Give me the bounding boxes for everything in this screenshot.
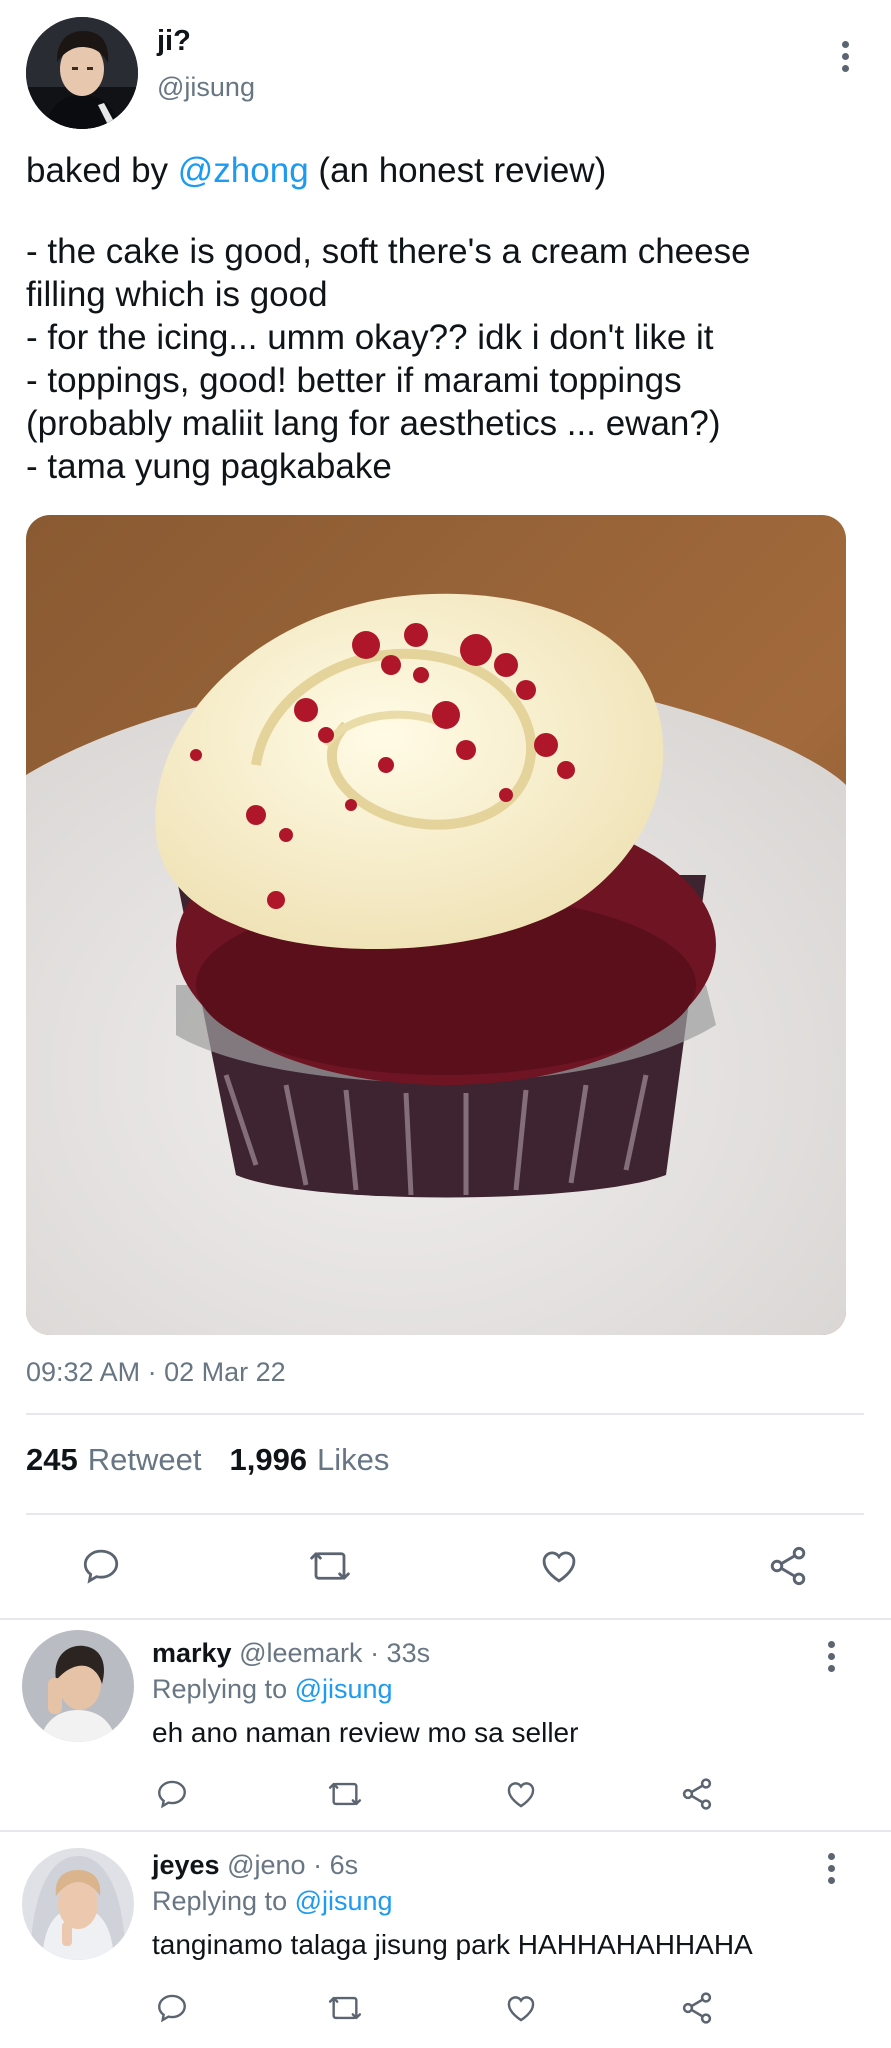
divider: [26, 1513, 864, 1515]
share-icon[interactable]: [675, 1772, 719, 1816]
divider: [26, 1413, 864, 1415]
reply-header: marky @leemark · 33s: [152, 1638, 430, 1669]
tweet-line: (probably maliit lang for aesthetics ...…: [26, 404, 721, 443]
share-icon[interactable]: [763, 1541, 813, 1591]
likes-stat[interactable]: 1,996 Likes: [229, 1442, 389, 1478]
tweet-stats: 245 Retweet 1,996 Likes: [26, 1442, 389, 1478]
tweet-line: - toppings, good! better if marami toppi…: [26, 361, 682, 400]
replying-to-mention[interactable]: @jisung: [295, 1674, 393, 1704]
tweet-photo-cupcake[interactable]: [26, 515, 846, 1335]
retweet-icon[interactable]: [323, 1772, 367, 1816]
reply-author-name[interactable]: marky: [152, 1638, 232, 1668]
tweet-first-line: baked by @zhong (an honest review): [26, 149, 866, 192]
reply-time: · 33s: [370, 1638, 431, 1668]
author-handle[interactable]: @jisung: [157, 72, 255, 103]
like-icon[interactable]: [534, 1541, 584, 1591]
reply-icon[interactable]: [150, 1986, 194, 2030]
tweet-line: filling which is good: [26, 275, 328, 314]
likes-label: Likes: [317, 1442, 390, 1477]
retweet-icon[interactable]: [323, 1986, 367, 2030]
author-name[interactable]: ji?: [157, 25, 191, 58]
tweet-line: - the cake is good, soft there's a cream…: [26, 232, 751, 271]
reply-item[interactable]: marky @leemark · 33s Replying to @jisung…: [0, 1618, 891, 1830]
replying-to-label: Replying to: [152, 1674, 295, 1704]
more-options-icon[interactable]: [818, 1850, 844, 1886]
more-options-icon[interactable]: [818, 1638, 844, 1674]
retweet-icon[interactable]: [305, 1541, 355, 1591]
replying-to: Replying to @jisung: [152, 1674, 393, 1705]
reply-text: eh ano naman review mo sa seller: [152, 1717, 579, 1748]
tweet-text-prefix: baked by: [26, 151, 178, 190]
reply-item[interactable]: jeyes @jeno · 6s Replying to @jisung tan…: [0, 1830, 891, 2048]
likes-count: 1,996: [229, 1442, 308, 1477]
retweet-count: 245: [26, 1442, 78, 1477]
tweet-action-bar: [0, 1535, 891, 1595]
reply-text: tanginamo talaga jisung park HAHHAHAHHAH…: [152, 1929, 753, 1960]
tweet-text: baked by @zhong (an honest review) - the…: [26, 149, 866, 488]
replying-to-mention[interactable]: @jisung: [295, 1886, 393, 1916]
reply-author-handle[interactable]: @leemark: [239, 1638, 362, 1668]
reply-time: · 6s: [313, 1850, 359, 1880]
replying-to-label: Replying to: [152, 1886, 295, 1916]
reply-header: jeyes @jeno · 6s: [152, 1850, 358, 1881]
like-icon[interactable]: [499, 1772, 543, 1816]
retweet-stat[interactable]: 245 Retweet: [26, 1442, 201, 1478]
reply-author-name[interactable]: jeyes: [152, 1850, 220, 1880]
reply-avatar[interactable]: [22, 1848, 134, 1960]
reply-icon[interactable]: [76, 1541, 126, 1591]
more-options-icon[interactable]: [830, 36, 860, 76]
tweet-line: - for the icing... umm okay?? idk i don'…: [26, 318, 714, 357]
tweet-timestamp: 09:32 AM · 02 Mar 22: [26, 1357, 286, 1387]
retweet-label: Retweet: [87, 1442, 202, 1477]
reply-icon[interactable]: [150, 1772, 194, 1816]
reply-avatar[interactable]: [22, 1630, 134, 1742]
share-icon[interactable]: [675, 1986, 719, 2030]
replying-to: Replying to @jisung: [152, 1886, 393, 1917]
author-avatar[interactable]: [26, 17, 138, 129]
mention-link[interactable]: @zhong: [178, 151, 309, 190]
tweet-text-suffix: (an honest review): [308, 151, 607, 190]
like-icon[interactable]: [499, 1986, 543, 2030]
reply-author-handle[interactable]: @jeno: [227, 1850, 305, 1880]
tweet-line: - tama yung pagkabake: [26, 447, 392, 486]
